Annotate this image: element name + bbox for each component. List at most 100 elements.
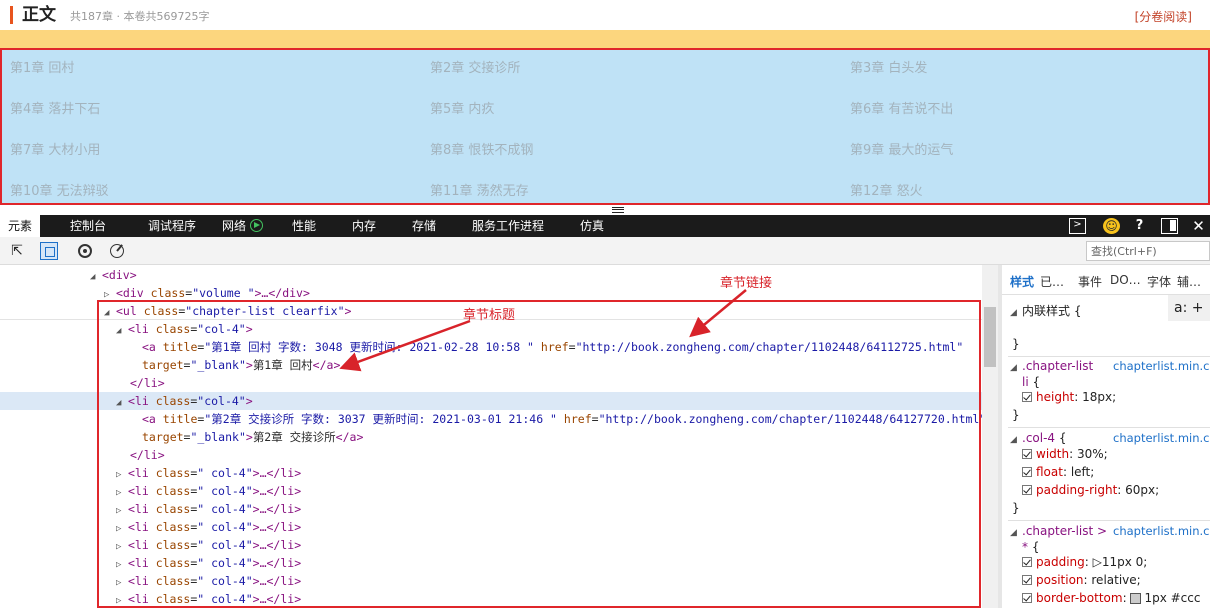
dom-node-li-close[interactable]: </li>: [0, 446, 982, 464]
dom-node-li-collapsed[interactable]: ▷ <li class=" col-4">…</li>: [0, 464, 982, 482]
dom-node-li-collapsed[interactable]: ▷ <li class=" col-4">…</li>: [0, 572, 982, 590]
search-input[interactable]: [1086, 241, 1210, 261]
dom-node-li-collapsed[interactable]: ▷ <li class=" col-4">…</li>: [0, 482, 982, 500]
dom-node-li-collapsed[interactable]: ▷ <li class=" col-4">…</li>: [0, 590, 982, 608]
style-property[interactable]: padding-right: 60px;: [1022, 481, 1210, 499]
dom-node-div[interactable]: ◢ <div>: [0, 266, 982, 284]
chapter-list: 第1章 回村 第2章 交接诊所 第3章 白头发 第4章 落井下石 第5章 内疚 …: [0, 48, 1210, 205]
inline-styles-header: ◢ 内联样式 {: [1010, 302, 1210, 320]
dom-node-a[interactable]: <a title="第2章 交接诊所 字数: 3037 更新时间: 2021-0…: [0, 410, 982, 428]
chapter-link[interactable]: 第4章 落井下石: [10, 102, 100, 118]
chapter-link[interactable]: 第12章 怒火: [850, 184, 923, 200]
styles-panel: 样式 已… 事件 DO… 字体 辅… a: + ◢ 内联样式 { } ◢ .chap…: [1002, 265, 1210, 608]
devtools-toolbar: ⇱: [0, 237, 1210, 265]
help-icon[interactable]: ?: [1131, 218, 1148, 234]
target-icon[interactable]: [78, 244, 92, 258]
rule-separator: [1008, 427, 1210, 428]
style-property[interactable]: float: left;: [1022, 463, 1210, 481]
chapter-link[interactable]: 第8章 恨铁不成钢: [430, 143, 533, 159]
title-accent-bar: [10, 6, 13, 24]
dom-node-a-cont[interactable]: target="_blank">第1章 回村</a>: [0, 356, 982, 374]
rule-separator: [1008, 520, 1210, 521]
tab-elements[interactable]: 元素: [0, 215, 41, 237]
chapter-link[interactable]: 第7章 大材小用: [10, 143, 100, 159]
page-subtitle: 共187章 · 本卷共569725字: [70, 10, 210, 23]
network-record-icon: [250, 219, 264, 232]
chapter-link[interactable]: 第5章 内疚: [430, 102, 494, 118]
brace-close: }: [1012, 501, 1020, 515]
page-header: 正文 共187章 · 本卷共569725字 [分卷阅读]: [0, 0, 1210, 30]
dom-node-li-selected[interactable]: ◢ <li class="col-4">: [0, 392, 982, 410]
dom-node-a-cont[interactable]: target="_blank">第2章 交接诊所</a>: [0, 428, 982, 446]
close-icon[interactable]: ✕: [1190, 218, 1207, 234]
chapter-link[interactable]: 第9章 最大的运气: [850, 143, 953, 159]
tab-service-workers[interactable]: 服务工作进程: [472, 215, 544, 237]
tab-console[interactable]: 控制台: [70, 215, 106, 237]
dom-node-volume[interactable]: ▷ <div class="volume ">…</div>: [0, 284, 982, 302]
color-swatch-icon[interactable]: [1130, 593, 1142, 604]
tab-network-label: 网络: [222, 219, 247, 233]
checkbox-icon[interactable]: [1022, 449, 1032, 459]
style-property[interactable]: height: 18px;: [1022, 388, 1210, 406]
devtools-splitter[interactable]: [0, 205, 1210, 215]
tab-accessibility[interactable]: 辅…: [1177, 273, 1201, 290]
tab-emulation[interactable]: 仿真: [580, 215, 604, 237]
dock-icon[interactable]: [1161, 218, 1178, 234]
tab-performance[interactable]: 性能: [292, 215, 316, 237]
tab-network[interactable]: 网络: [222, 215, 264, 237]
console-icon[interactable]: >: [1069, 218, 1086, 234]
collapse-triangle-icon[interactable]: ◢: [1010, 359, 1022, 377]
annotation-chapter-link: 章节链接: [720, 276, 773, 291]
select-element-icon[interactable]: ⇱: [8, 242, 26, 260]
style-property[interactable]: border-bottom: 1px #ccc: [1022, 589, 1210, 607]
checkbox-icon[interactable]: [1022, 575, 1032, 585]
collapse-triangle-icon[interactable]: ◢: [1010, 431, 1022, 449]
dom-node-li-close[interactable]: </li>: [0, 374, 982, 392]
page-title: 正文: [22, 5, 56, 25]
style-property[interactable]: position: relative;: [1022, 571, 1210, 589]
expand-triangle-icon[interactable]: ▷: [116, 592, 128, 608]
chapter-link[interactable]: 第2章 交接诊所: [430, 61, 520, 77]
dom-node-li-collapsed[interactable]: ▷ <li class=" col-4">…</li>: [0, 500, 982, 518]
performance-gauge-icon[interactable]: [110, 244, 124, 258]
tab-fonts[interactable]: 字体: [1147, 273, 1171, 290]
styles-tab-bar: 样式 已… 事件 DO… 字体 辅…: [1002, 265, 1210, 295]
annotation-chapter-title: 章节标题: [463, 308, 516, 323]
resize-grip-icon[interactable]: [612, 207, 624, 213]
screen: 正文 共187章 · 本卷共569725字 [分卷阅读] 第1章 回村 第2章 …: [0, 0, 1210, 608]
chapter-link[interactable]: 第3章 白头发: [850, 61, 927, 77]
chapter-link[interactable]: 第11章 荡然无存: [430, 184, 529, 200]
dom-node-a[interactable]: <a title="第1章 回村 字数: 3048 更新时间: 2021-02-…: [0, 338, 982, 356]
brace-close: }: [1012, 337, 1020, 351]
dom-node-li-collapsed[interactable]: ▷ <li class=" col-4">…</li>: [0, 554, 982, 572]
checkbox-icon[interactable]: [1022, 557, 1032, 567]
checkbox-icon[interactable]: [1022, 593, 1032, 603]
chapter-link[interactable]: 第6章 有苦说不出: [850, 102, 953, 118]
devtools-tab-bar: 元素 控制台 调试程序 网络 性能 内存 存储 服务工作进程 仿真 > ☺ ? …: [0, 215, 1210, 237]
brace-close: }: [1012, 408, 1020, 422]
checkbox-icon[interactable]: [1022, 467, 1032, 477]
dom-node-li-collapsed[interactable]: ▷ <li class=" col-4">…</li>: [0, 536, 982, 554]
tab-dom[interactable]: DO…: [1110, 273, 1141, 287]
style-property[interactable]: width: 30%;: [1022, 445, 1210, 463]
tab-computed[interactable]: 已…: [1040, 273, 1064, 290]
tab-events[interactable]: 事件: [1078, 273, 1102, 290]
collapse-triangle-icon[interactable]: ◢: [1010, 524, 1022, 542]
tab-storage[interactable]: 存储: [412, 215, 436, 237]
highlight-box-icon[interactable]: [40, 242, 58, 260]
collapse-triangle-icon[interactable]: ◢: [1010, 304, 1022, 322]
dom-scrollbar-thumb[interactable]: [984, 307, 996, 367]
highlight-band: [0, 30, 1210, 49]
checkbox-icon[interactable]: [1022, 392, 1032, 402]
checkbox-icon[interactable]: [1022, 485, 1032, 495]
chapter-link[interactable]: 第1章 回村: [10, 61, 74, 77]
tab-memory[interactable]: 内存: [352, 215, 376, 237]
chapter-link[interactable]: 第10章 无法辩驳: [10, 184, 109, 200]
dom-node-li-collapsed[interactable]: ▷ <li class=" col-4">…</li>: [0, 518, 982, 536]
style-property[interactable]: padding: ▷11px 0;: [1022, 553, 1210, 571]
feedback-smile-icon[interactable]: ☺: [1103, 218, 1120, 234]
tab-styles[interactable]: 样式: [1010, 273, 1034, 290]
tab-debugger[interactable]: 调试程序: [148, 215, 196, 237]
dom-scrollbar[interactable]: [982, 265, 998, 608]
volume-read-link[interactable]: [分卷阅读]: [1135, 9, 1192, 25]
